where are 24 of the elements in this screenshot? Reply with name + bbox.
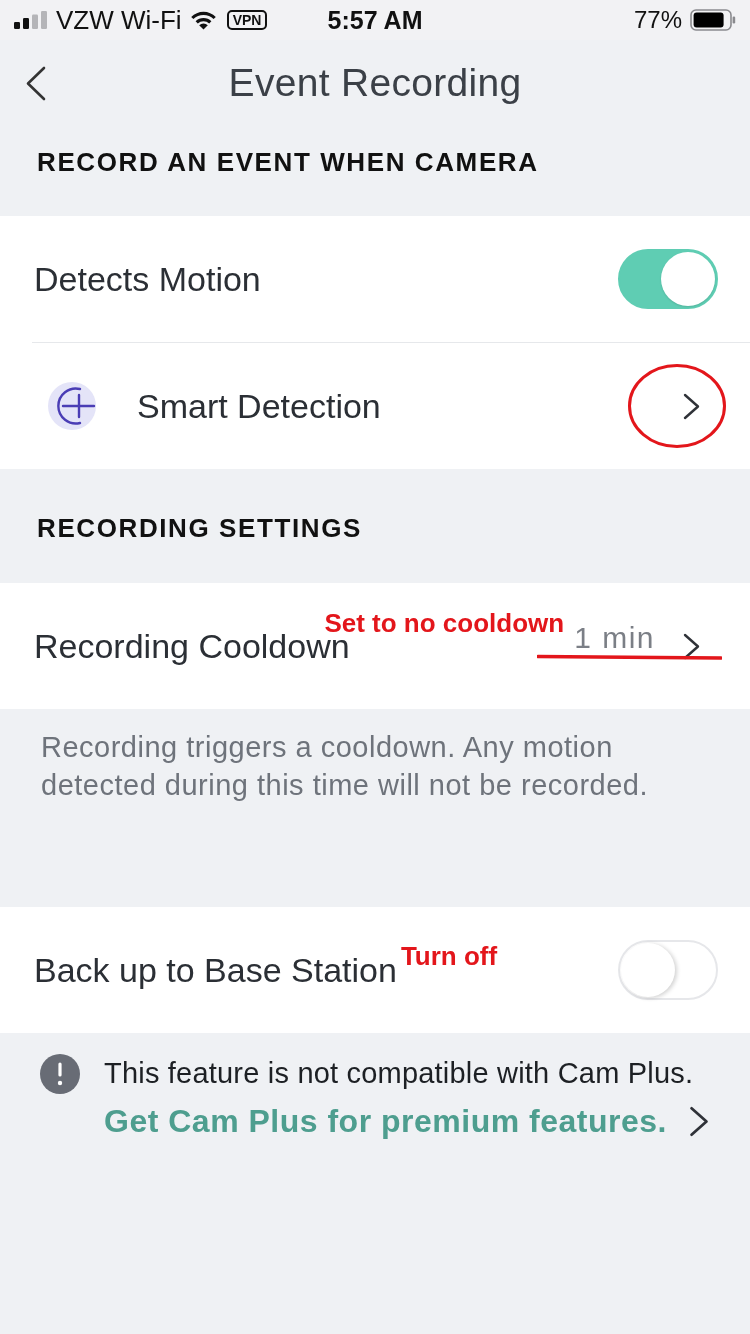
battery-percent: 77%	[633, 6, 682, 34]
vpn-badge: VPN	[226, 10, 268, 30]
status-time: 5:57 AM	[327, 5, 423, 35]
exclamation-icon	[40, 1054, 80, 1094]
row-label: Detects Motion	[34, 259, 261, 299]
annotation-text: Turn off	[400, 942, 498, 970]
wifi-icon	[189, 10, 217, 30]
row-label: Smart Detection	[137, 386, 381, 426]
settings-row[interactable]: Smart Detection	[0, 343, 750, 469]
carrier-text: VZW Wi-Fi	[56, 4, 182, 36]
chevron-right-icon	[683, 392, 700, 420]
toggle-switch[interactable]	[618, 249, 718, 309]
notice-text: This feature is not compatible with Cam Plus.	[104, 1056, 695, 1091]
back-button[interactable]	[26, 65, 46, 101]
screen-title: Event Recording	[227, 61, 523, 105]
signal-icon	[14, 11, 47, 29]
row-value: 1 min	[574, 623, 655, 653]
chevron-right-icon	[688, 1105, 709, 1137]
section-footnote: Recording triggers a cooldown. Any motion detected during this time will not be recorded.	[40, 730, 650, 803]
section-header: RECORDING SETTINGS	[36, 512, 363, 545]
battery-icon	[690, 9, 736, 31]
row-label: Back up to Base Station	[34, 950, 397, 990]
section-header: RECORD AN EVENT WHEN CAMERA	[36, 146, 540, 179]
chevron-left-icon	[26, 65, 46, 101]
